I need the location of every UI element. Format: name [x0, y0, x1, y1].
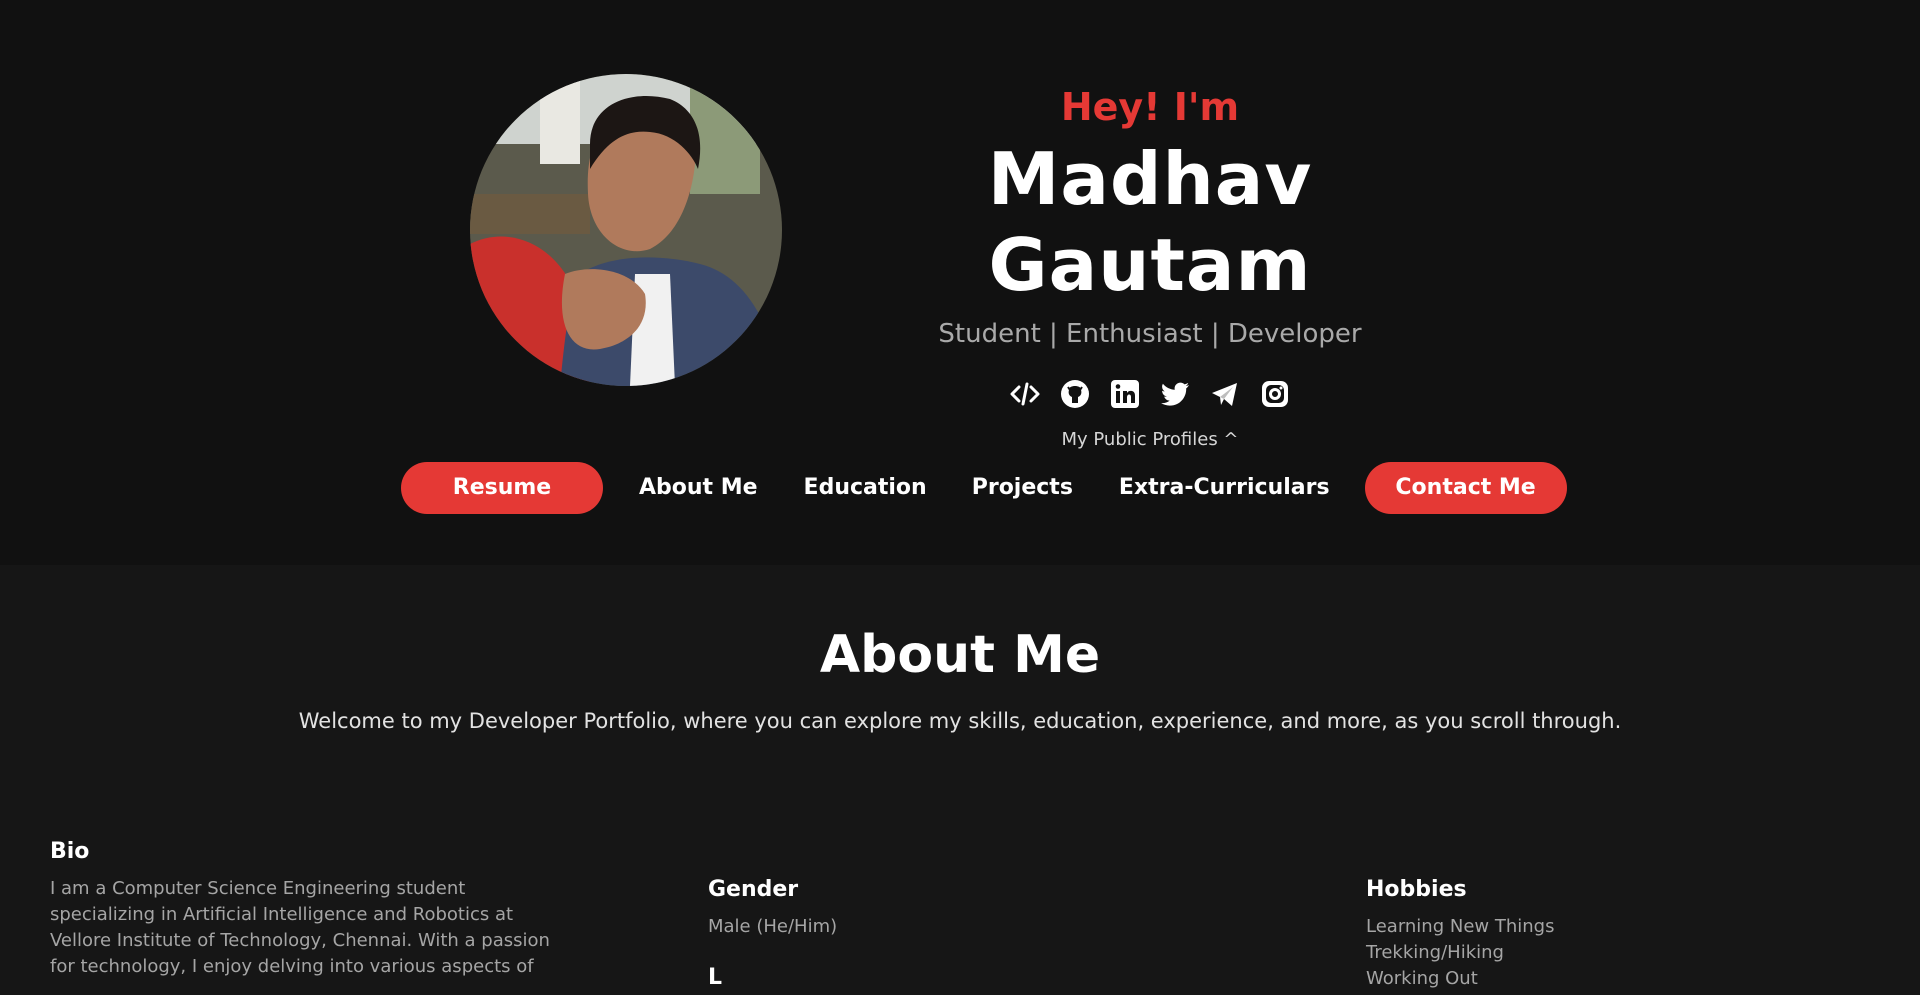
list-item: Trekking/Hiking — [1366, 942, 1504, 963]
gender-value: Male (He/Him) — [708, 916, 838, 937]
list-item: Working Out — [1366, 968, 1478, 989]
telegram-icon[interactable] — [1209, 378, 1241, 410]
contact-me-button[interactable]: Contact Me — [1364, 462, 1567, 514]
social-links — [840, 378, 1460, 414]
next-heading-partial: L — [708, 965, 723, 990]
bio-column: Bio I am a Computer Science Engineering … — [50, 836, 550, 980]
greeting-text: Hey! I'm — [1060, 85, 1240, 129]
list-item: Learning New Things — [1366, 916, 1555, 937]
hobbies-column: Hobbies Learning New Things Trekking/Hik… — [1366, 874, 1766, 992]
bio-text: I am a Computer Science Engineering stud… — [50, 878, 550, 977]
main-nav: Resume About Me Education Projects Extra… — [401, 462, 1567, 514]
linkedin-icon[interactable] — [1109, 378, 1141, 410]
gender-column: Gender Male (He/Him) L — [708, 874, 1108, 994]
nav-extra-curriculars[interactable]: Extra-Curriculars — [1119, 462, 1330, 514]
hero-section: Hey! I'm Madhav Gautam Student | Enthusi… — [0, 0, 1920, 565]
resume-button[interactable]: Resume — [401, 462, 603, 514]
nav-about-me[interactable]: About Me — [639, 462, 758, 514]
hobbies-list: Learning New Things Trekking/Hiking Work… — [1366, 914, 1766, 992]
about-lead: Welcome to my Developer Portfolio, where… — [298, 709, 1622, 733]
twitter-icon[interactable] — [1159, 378, 1191, 410]
tagline: Student | Enthusiast | Developer — [938, 319, 1362, 349]
profile-photo — [470, 74, 782, 386]
hobbies-heading: Hobbies — [1366, 877, 1467, 902]
nav-education[interactable]: Education — [804, 462, 927, 514]
intro-block: Hey! I'm Madhav Gautam Student | Enthusi… — [840, 80, 1460, 452]
code-icon[interactable] — [1009, 378, 1041, 410]
nav-projects[interactable]: Projects — [972, 462, 1073, 514]
person-name: Madhav Gautam — [987, 137, 1313, 307]
gender-heading: Gender — [708, 877, 799, 902]
about-title: About Me — [819, 625, 1101, 685]
bio-heading: Bio — [50, 839, 90, 864]
instagram-icon[interactable] — [1259, 378, 1291, 410]
portfolio-page: Hey! I'm Madhav Gautam Student | Enthusi… — [0, 0, 1920, 995]
github-icon[interactable] — [1059, 378, 1091, 410]
public-profiles-note[interactable]: My Public Profiles ^ — [840, 428, 1460, 452]
